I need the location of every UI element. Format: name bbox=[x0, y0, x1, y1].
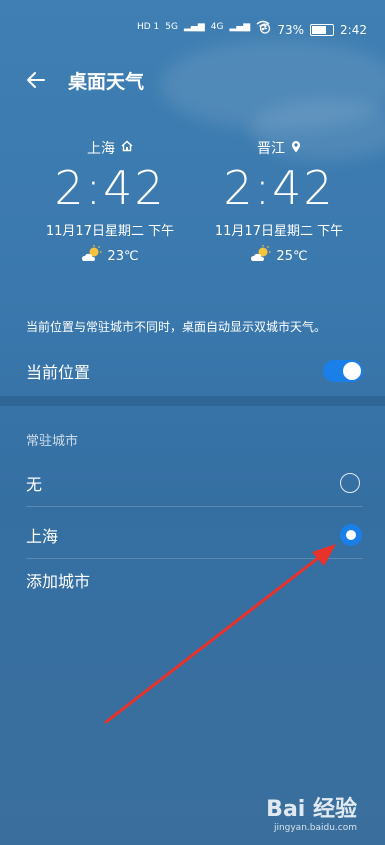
baidu-watermark: Bai 经验 jingyan.baidu.com bbox=[266, 791, 357, 833]
annotation-arrow bbox=[104, 544, 336, 724]
watermark-url: jingyan.baidu.com bbox=[273, 823, 357, 833]
watermark-logo: Bai 经验 bbox=[266, 797, 357, 822]
